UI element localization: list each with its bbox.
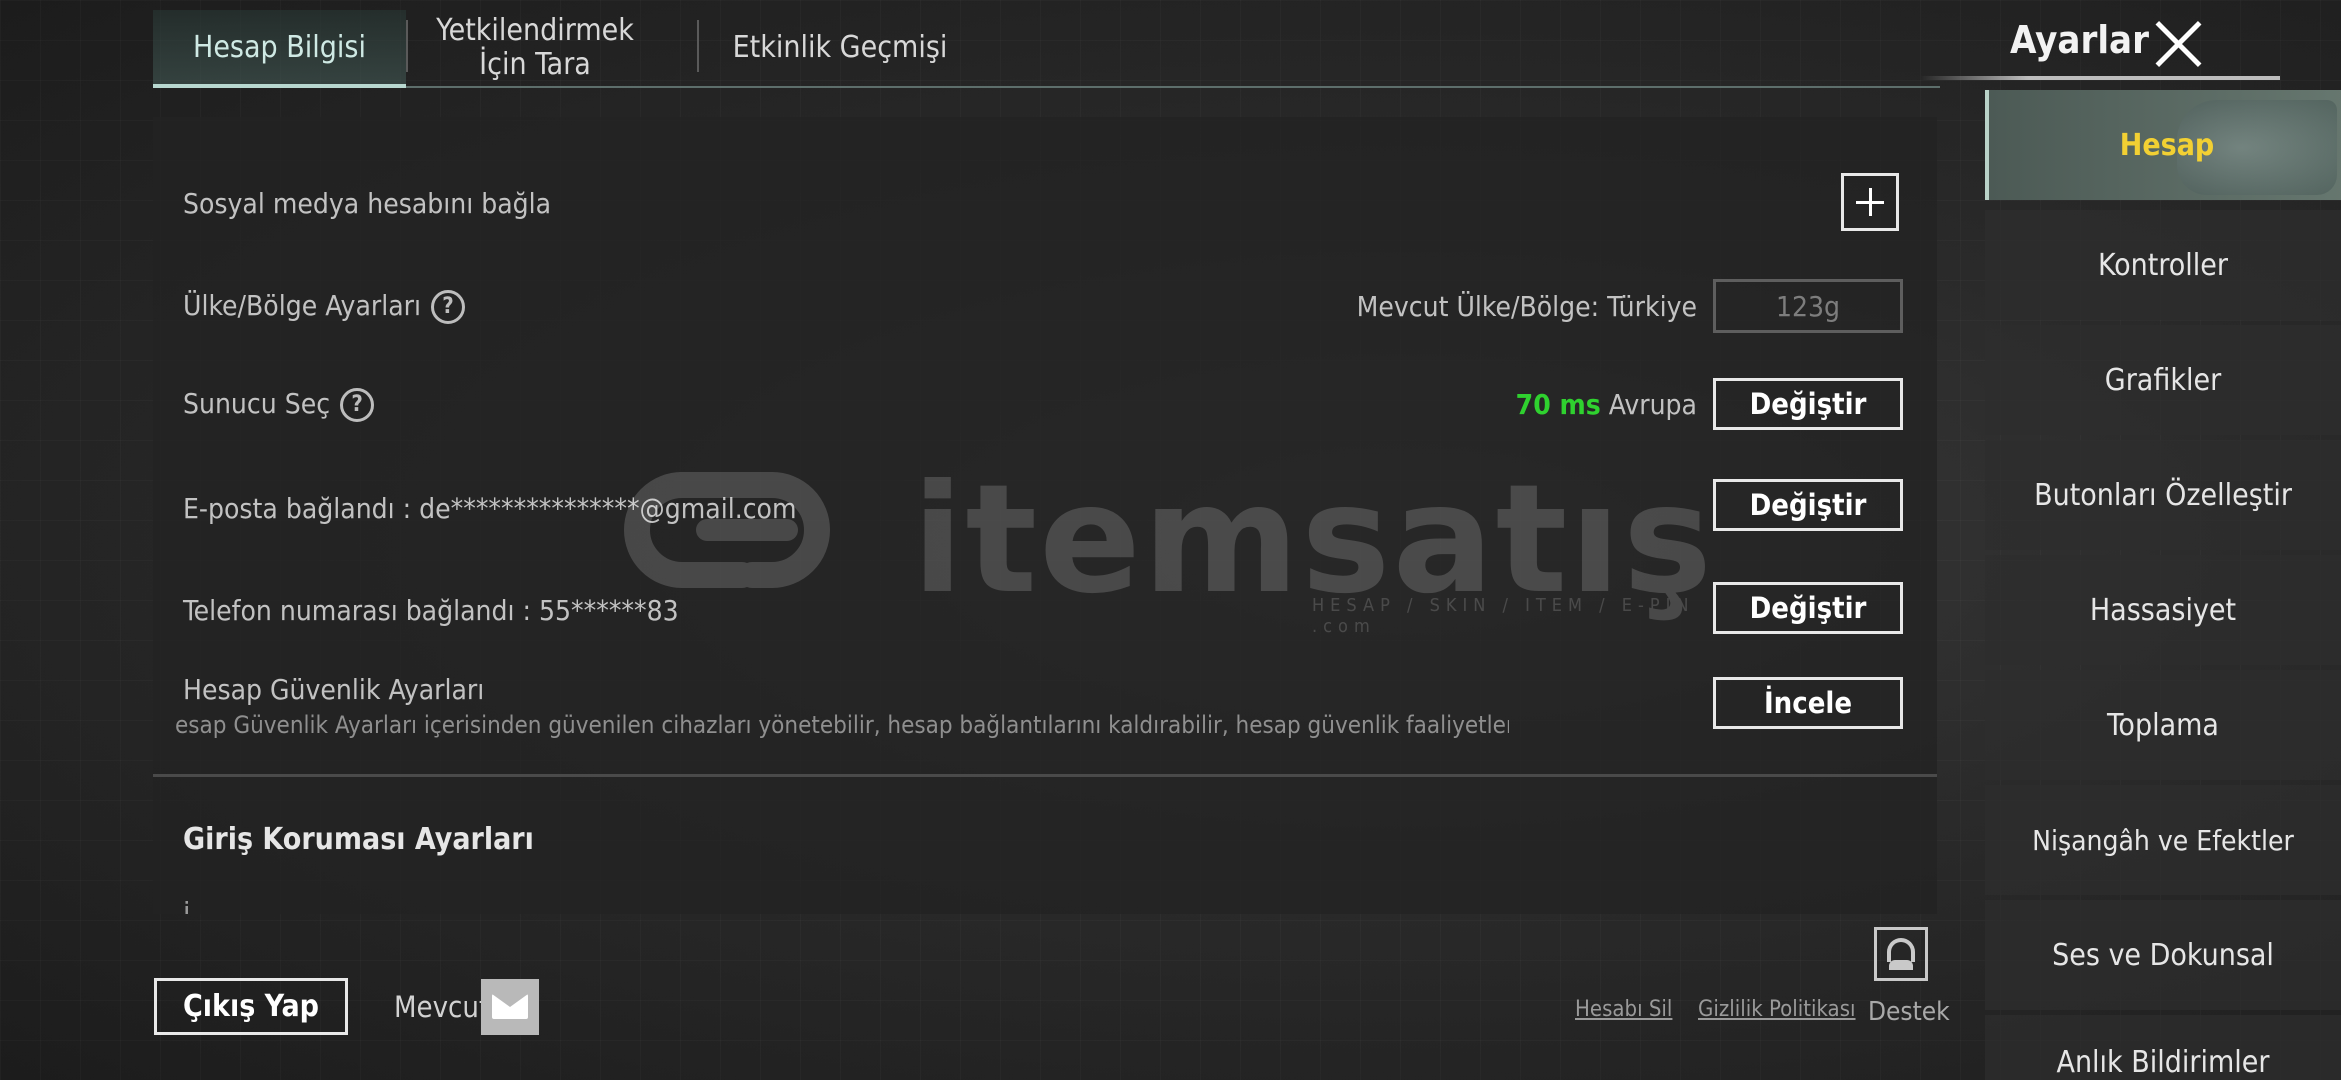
current-region: Mevcut Ülke/Bölge: Türkiye xyxy=(1356,290,1697,323)
region-label: Ülke/Bölge Ayarları xyxy=(183,289,422,322)
sidebar-item-customize-buttons[interactable]: Butonları Özelleştir xyxy=(1985,440,2341,550)
help-icon[interactable]: ? xyxy=(431,290,466,324)
sidebar-item-audio-haptics[interactable]: Ses ve Dokunsal xyxy=(1985,900,2341,1010)
sidebar-item-account[interactable]: Hesap xyxy=(1985,90,2341,200)
account-panel: Sosyal medya hesabını bağla Ülke/Bölge A… xyxy=(153,117,1937,914)
server-status: 70 ms Avrupa xyxy=(1516,388,1697,421)
mail-button[interactable] xyxy=(481,979,539,1035)
add-social-button[interactable] xyxy=(1841,173,1899,231)
tab-separator xyxy=(697,20,699,72)
sidebar-item-crosshair-effects[interactable]: Nişangâh ve Efektler xyxy=(1985,785,2341,895)
server-ping: 70 ms xyxy=(1515,388,1601,421)
server-label: Sunucu Seç xyxy=(183,387,331,420)
envelope-icon xyxy=(492,994,528,1019)
sidebar-item-controls[interactable]: Kontroller xyxy=(1985,210,2341,320)
sidebar-item-pickup[interactable]: Toplama xyxy=(1985,670,2341,780)
tab-separator xyxy=(406,20,408,72)
tab-activity-history[interactable]: Etkinlik Geçmişi xyxy=(715,10,965,86)
logout-button[interactable]: Çıkış Yap xyxy=(154,978,348,1035)
login-protection-title: Giriş Koruması Ayarları xyxy=(183,822,534,857)
change-server-button[interactable]: Değiştir xyxy=(1713,378,1903,430)
sidebar-item-graphics[interactable]: Grafikler xyxy=(1985,325,2341,435)
tab-account-info[interactable]: Hesap Bilgisi xyxy=(153,10,406,86)
social-link-label: Sosyal medya hesabını bağla xyxy=(183,187,552,220)
change-email-button[interactable]: Değiştir xyxy=(1713,479,1903,531)
page-title: Ayarlar xyxy=(2010,18,2149,62)
server-select-row: Sunucu Seç? xyxy=(183,387,375,422)
tab-scan-to-authorize[interactable]: Yetkilendirmek İçin Tara xyxy=(415,10,655,86)
security-settings-description: esap Güvenlik Ayarları içerisinden güven… xyxy=(175,711,1509,739)
review-security-button[interactable]: İncele xyxy=(1713,677,1903,729)
delete-account-link[interactable]: Hesabı Sil xyxy=(1575,997,1672,1022)
mail-label: Mevcut xyxy=(394,990,490,1024)
truncated-row: İ xyxy=(183,900,190,914)
support-label[interactable]: Destek xyxy=(1868,997,1950,1027)
section-divider xyxy=(153,774,1937,777)
tab-underline xyxy=(153,86,1940,88)
privacy-policy-link[interactable]: Gizlilik Politikası xyxy=(1698,997,1856,1022)
top-tab-bar: Hesap Bilgisi Yetkilendirmek İçin Tara E… xyxy=(153,0,1940,88)
email-linked-label: E-posta bağlandı : de***************@gma… xyxy=(183,492,797,525)
support-headset-icon[interactable] xyxy=(1874,927,1928,981)
title-underline xyxy=(1920,76,2280,80)
region-code-box: 123g xyxy=(1713,279,1903,333)
tab-active-indicator xyxy=(153,84,406,88)
sidebar-item-sensitivity[interactable]: Hassasiyet xyxy=(1985,555,2341,665)
security-settings-label: Hesap Güvenlik Ayarları xyxy=(183,673,485,706)
close-icon[interactable] xyxy=(2150,16,2206,72)
sidebar-item-notifications[interactable]: Anlık Bildirimler xyxy=(1985,1015,2341,1080)
change-phone-button[interactable]: Değiştir xyxy=(1713,582,1903,634)
help-icon[interactable]: ? xyxy=(340,388,375,422)
server-name: Avrupa xyxy=(1608,388,1697,421)
region-settings-row: Ülke/Bölge Ayarları? xyxy=(183,289,466,324)
phone-linked-label: Telefon numarası bağlandı : 55******83 xyxy=(183,594,679,627)
